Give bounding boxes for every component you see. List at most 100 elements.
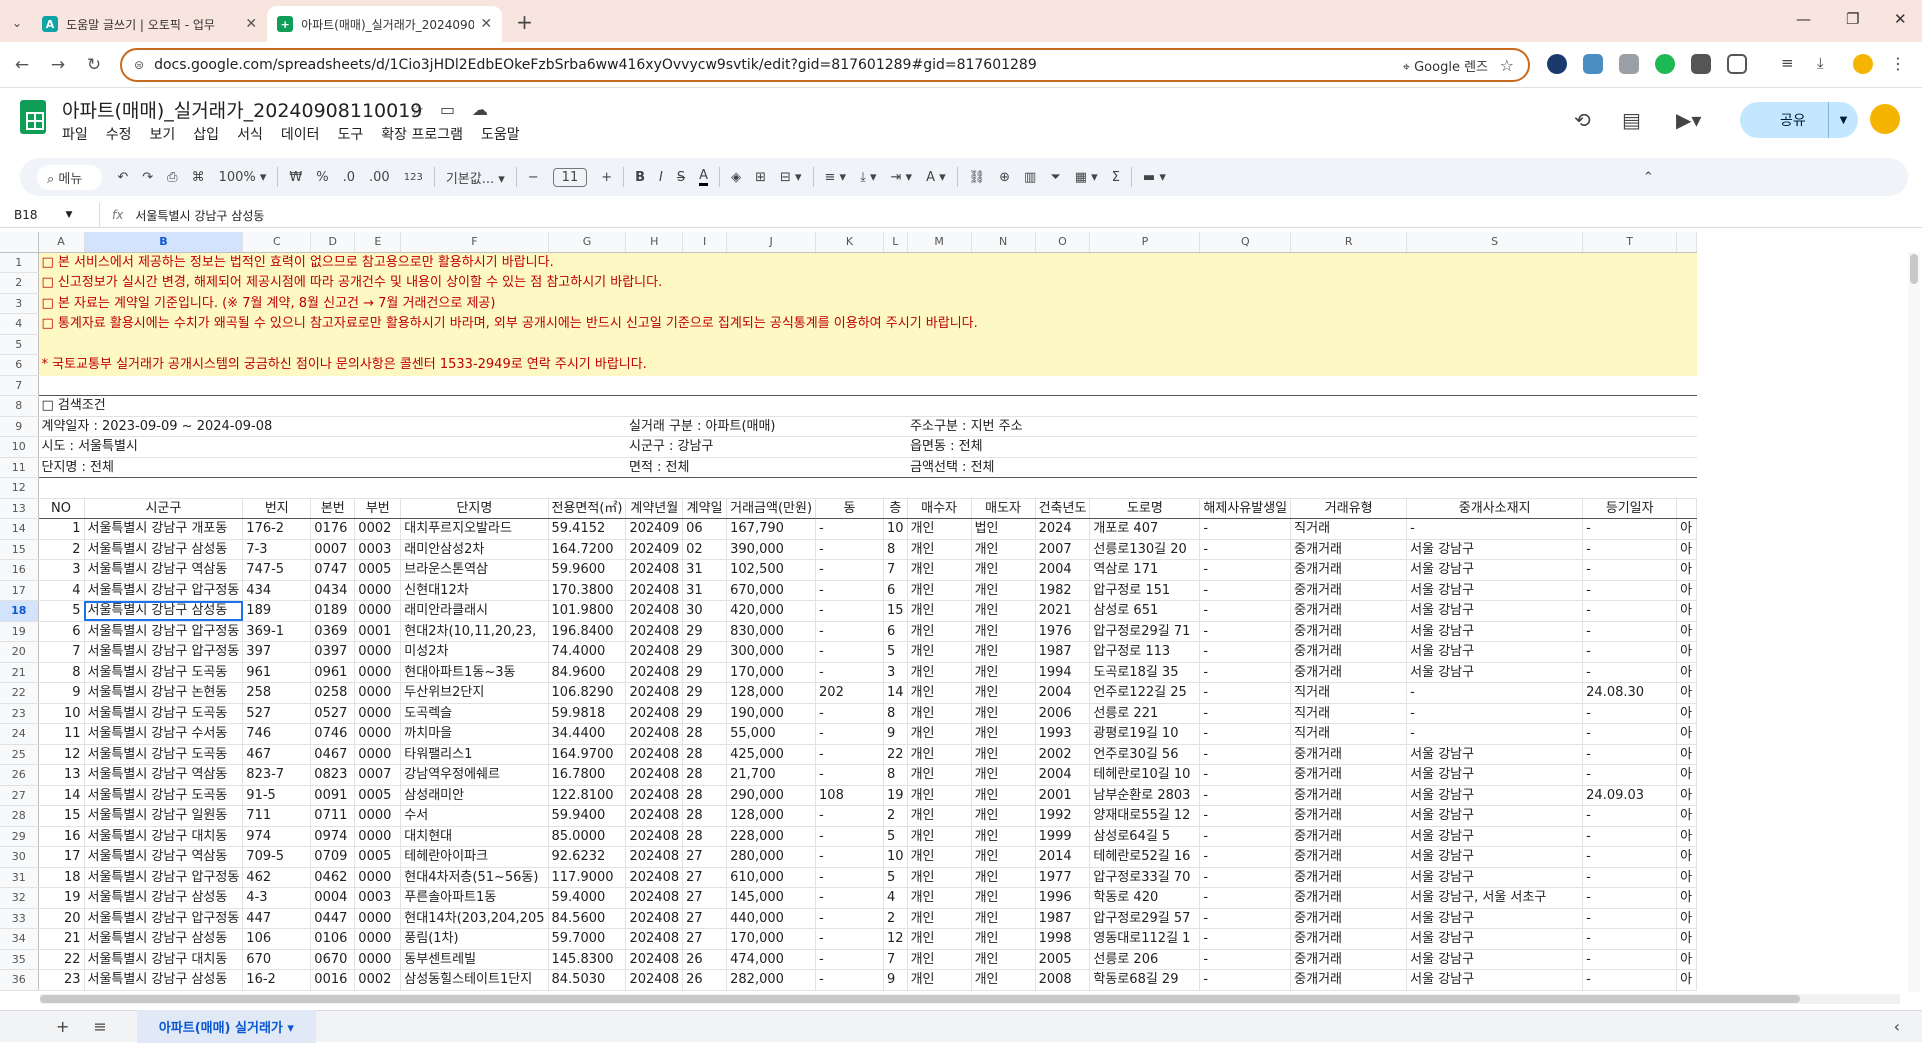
table-cell[interactable]: 4 [883,887,908,909]
bold-icon[interactable]: B [635,170,645,185]
table-cell[interactable]: 29 [682,641,728,663]
document-title[interactable]: 아파트(매매)_실거래가_20240908110019 [62,96,422,123]
column-header-A[interactable]: A [38,232,85,253]
table-cell[interactable]: 서울특별시 강남구 도곡동 [84,703,244,724]
table-cell[interactable]: 개인 [971,723,1036,745]
table-cell[interactable]: 서울 강남구 [1406,641,1584,663]
comments-icon[interactable]: ▤ [1622,108,1641,132]
table-cell[interactable]: - [1582,826,1678,847]
table-cell[interactable]: - [1199,723,1292,745]
table-cell[interactable]: - [1406,682,1584,704]
table-cell[interactable]: 개인 [971,621,1036,642]
table-cell[interactable]: 개인 [971,744,1036,765]
more-formats-button[interactable]: 123 [404,172,423,183]
table-cell[interactable]: 9 [883,969,908,991]
table-cell[interactable]: 0527 [310,703,356,724]
table-cell[interactable]: 19 [883,785,908,806]
table-cell[interactable]: 직거래 [1290,682,1408,704]
table-cell[interactable]: 11 [38,723,85,745]
table-cell[interactable]: - [815,621,885,642]
column-header-P[interactable]: P [1089,232,1201,253]
borders-icon[interactable]: ⊞ [755,170,766,185]
table-cell[interactable]: 개인 [907,867,972,888]
table-cell[interactable]: 5 [883,641,908,663]
table-cell[interactable]: 106.8290 [548,682,627,704]
table-cell[interactable]: 서울 강남구 [1406,600,1584,622]
table-cell[interactable]: - [1199,703,1292,724]
overflow-cell[interactable]: 아 [1676,969,1698,991]
table-cell[interactable]: 서울특별시 강남구 압구정동 [84,867,244,888]
table-cell[interactable]: - [1582,928,1678,950]
table-cell[interactable]: 85.0000 [548,826,627,847]
table-cell[interactable]: 258 [242,682,312,704]
row-header-6[interactable]: 6 [0,354,39,376]
horizontal-scrollbar[interactable] [40,994,1900,1004]
table-cell[interactable]: 202 [815,682,885,704]
table-cell[interactable]: 202408 [625,805,684,827]
table-cell[interactable]: 34.4400 [548,723,627,745]
table-cell[interactable]: 선릉로 221 [1089,703,1201,724]
table-cell[interactable]: 202408 [625,662,684,683]
table-cell[interactable]: 670,000 [726,580,817,601]
table-cell[interactable]: 직거래 [1290,723,1408,745]
table-cell[interactable]: 128,000 [726,682,817,704]
table-cell[interactable]: 2024 [1035,518,1091,540]
table-row[interactable]: 14 1 서울특별시 강남구 개포동 176-2 0176 0002 대치푸르지오발라드 59… [0,518,1698,540]
table-cell[interactable]: - [1199,867,1292,888]
table-cell[interactable]: 개인 [971,785,1036,806]
row-header-4[interactable]: 4 [0,313,39,335]
profile-avatar-icon[interactable] [1853,54,1873,74]
close-window-icon[interactable]: ✕ [1894,10,1907,28]
insert-chart-icon[interactable]: ▥ [1024,170,1036,185]
filter-icon[interactable]: ⏷ [1050,170,1060,185]
table-cell[interactable]: 440,000 [726,908,817,929]
table-cell[interactable]: 7 [883,949,908,970]
table-cell[interactable]: 선릉로130길 20 [1089,539,1201,560]
table-cell[interactable]: - [1582,580,1678,601]
column-header-N[interactable]: N [971,232,1036,253]
table-cell[interactable]: 27 [682,928,728,950]
table-cell[interactable]: 중개거래 [1290,559,1408,581]
table-cell[interactable]: 84.5030 [548,969,627,991]
table-cell[interactable]: 개인 [971,805,1036,827]
table-cell[interactable]: 2 [883,805,908,827]
table-row[interactable]: 28 15 서울특별시 강남구 일원동 711 0711 0000 수서 59.9400 202… [0,805,1698,827]
table-cell[interactable]: 서울 강남구 [1406,785,1584,806]
table-cell[interactable]: 선릉로 206 [1089,949,1201,970]
overflow-cell[interactable]: 아 [1676,908,1698,929]
merge-cells-icon[interactable]: ⊟ ▾ [780,170,802,185]
table-cell[interactable]: 서울특별시 강남구 도곡동 [84,785,244,806]
browser-menu-icon[interactable]: ⋮ [1890,54,1910,74]
table-cell[interactable]: 삼성동힐스테이트1단지 [400,969,549,991]
overflow-cell[interactable]: 아 [1676,641,1698,663]
table-cell[interactable]: 27 [682,908,728,929]
table-cell[interactable]: 서울 강남구 [1406,969,1584,991]
table-cell[interactable]: 06 [682,518,728,540]
table-cell[interactable]: 서울특별시 강남구 개포동 [84,518,244,540]
table-cell[interactable]: 압구정로 151 [1089,580,1201,601]
table-cell[interactable]: 84.5600 [548,908,627,929]
table-cell[interactable]: 8 [883,764,908,786]
table-cell[interactable]: 16-2 [242,969,312,991]
table-cell[interactable]: 1998 [1035,928,1091,950]
table-cell[interactable]: 개인 [907,580,972,601]
bookmark-star-icon[interactable]: ☆ [1500,56,1514,75]
table-cell[interactable]: 남부순환로 2803 [1089,785,1201,806]
row-header-27[interactable]: 27 [0,785,39,806]
table-cell[interactable]: 서울 강남구 [1406,949,1584,970]
table-cell[interactable]: 법인 [971,518,1036,540]
tab-search-icon[interactable]: ⌄ [12,16,22,30]
table-cell[interactable]: 101.9800 [548,600,627,622]
percent-format-button[interactable]: % [316,170,328,185]
row-header-19[interactable]: 19 [0,621,39,642]
table-cell[interactable]: - [815,600,885,622]
table-cell[interactable]: 서울특별시 강남구 삼성동 [84,928,244,950]
table-cell[interactable]: 26 [682,969,728,991]
table-cell[interactable]: 서울특별시 강남구 역삼동 [84,764,244,786]
table-cell[interactable]: 개인 [971,826,1036,847]
meet-camera-icon[interactable]: ▶▾ [1676,108,1701,132]
table-cell[interactable]: 개인 [971,846,1036,868]
table-cell[interactable]: 서울특별시 강남구 삼성동 [84,539,244,560]
browser-tab-sheet[interactable]: + 아파트(매매)_실거래가_20240908 ✕ [267,6,503,42]
table-cell[interactable]: 196.8400 [548,621,627,642]
